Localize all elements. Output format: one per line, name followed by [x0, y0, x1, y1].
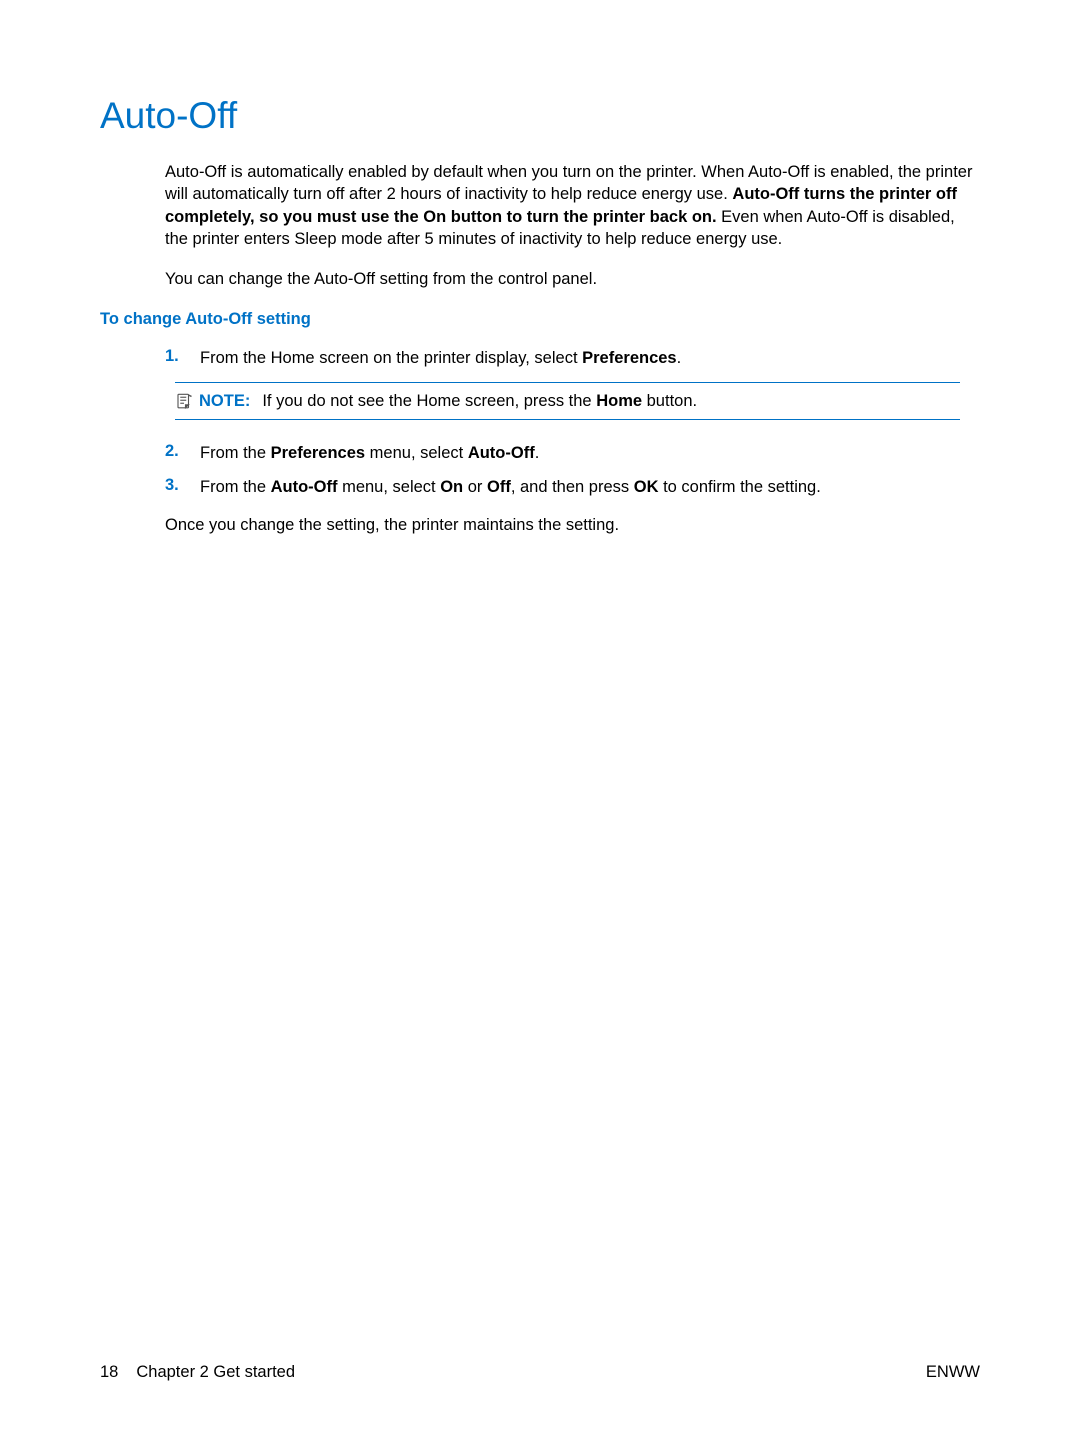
note-content: NOTE: If you do not see the Home screen, …	[199, 390, 697, 412]
footer-lang: ENWW	[926, 1363, 980, 1382]
step-2: 2. From the Preferences menu, select Aut…	[100, 442, 980, 464]
closing-paragraph: Once you change the setting, the printer…	[100, 516, 980, 535]
note-label: NOTE:	[199, 392, 250, 410]
page-title: Auto-Off	[100, 95, 980, 137]
step-3: 3. From the Auto-Off menu, select On or …	[100, 476, 980, 498]
step-pre: From the	[200, 478, 271, 496]
step-post: .	[535, 444, 540, 462]
step-bold: Off	[487, 478, 511, 496]
step-mid: , and then press	[511, 478, 634, 496]
step-post: .	[677, 349, 682, 367]
step-bold: Preferences	[271, 444, 365, 462]
step-bold: On	[440, 478, 463, 496]
step-text: From the Auto-Off menu, select On or Off…	[200, 476, 821, 498]
note-pre: If you do not see the Home screen, press…	[262, 392, 596, 410]
page-number: 18	[100, 1363, 118, 1382]
step-number: 3.	[165, 476, 200, 498]
step-mid: menu, select	[338, 478, 441, 496]
note-callout: NOTE: If you do not see the Home screen, …	[175, 382, 960, 420]
step-text: From the Home screen on the printer disp…	[200, 347, 681, 369]
step-mid: menu, select	[365, 444, 468, 462]
note-icon	[175, 392, 193, 410]
page-footer: 18 Chapter 2 Get started ENWW	[100, 1363, 980, 1382]
step-pre: From the Home screen on the printer disp…	[200, 349, 582, 367]
note-post: button.	[642, 392, 697, 410]
step-number: 2.	[165, 442, 200, 464]
chapter-label: Chapter 2 Get started	[136, 1363, 295, 1382]
intro-paragraph: Auto-Off is automatically enabled by def…	[165, 161, 980, 250]
step-post: to confirm the setting.	[658, 478, 820, 496]
step-pre: From the	[200, 444, 271, 462]
procedure-heading: To change Auto-Off setting	[100, 310, 980, 329]
step-bold: Auto-Off	[271, 478, 338, 496]
step-mid: or	[463, 478, 487, 496]
step-bold: OK	[634, 478, 659, 496]
step-number: 1.	[165, 347, 200, 369]
step-bold: Auto-Off	[468, 444, 535, 462]
intro-paragraph-2: You can change the Auto-Off setting from…	[165, 268, 980, 290]
step-bold: Preferences	[582, 349, 676, 367]
note-bold: Home	[596, 392, 642, 410]
step-1: 1. From the Home screen on the printer d…	[100, 347, 980, 369]
step-text: From the Preferences menu, select Auto-O…	[200, 442, 539, 464]
footer-left: 18 Chapter 2 Get started	[100, 1363, 295, 1382]
